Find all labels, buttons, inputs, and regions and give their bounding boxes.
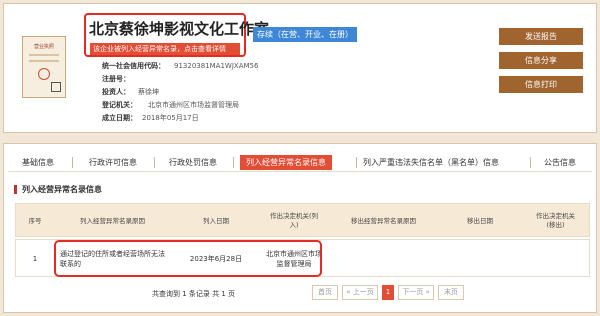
column-header: 列入经营异常名录原因	[80, 216, 145, 225]
share-info-button[interactable]: 信息分享	[499, 52, 583, 69]
pager-last-button[interactable]: 末页	[438, 285, 464, 300]
tab-bar: 基础信息 行政许可信息 行政处罚信息 列入经营异常名录信息 列入严重违法失信名单…	[8, 154, 592, 172]
license-title: 营业执照	[33, 44, 54, 50]
tab-blacklist[interactable]: 列入严重违法失信名单（黑名单）信息	[363, 155, 499, 170]
column-header: 作出决定机关(列入)	[269, 212, 319, 229]
column-header: 移出经营异常名录原因	[351, 216, 416, 225]
column-header: 列入日期	[203, 216, 229, 225]
tab-divider	[356, 157, 357, 168]
pager-next-button[interactable]: 下一页 »	[398, 285, 434, 300]
info-value: 北京市通州区市场监督管理局	[148, 101, 239, 109]
column-header: 移出日期	[467, 216, 493, 225]
info-credit-code: 统一社会信用代码： 91320381MA1WJXAM56	[102, 61, 258, 71]
info-registration-authority: 登记机关： 北京市通州区市场监督管理局	[102, 100, 239, 110]
print-info-button[interactable]: 信息打印	[499, 76, 583, 93]
column-header: 序号	[28, 216, 42, 225]
info-registration-no: 注册号：	[102, 74, 148, 84]
info-established-date: 成立日期： 2018年05月17日	[102, 113, 199, 123]
tab-divider	[154, 157, 155, 168]
section-title: 列入经营异常名录信息	[14, 185, 102, 194]
tab-divider	[530, 157, 531, 168]
abnormal-warning-link[interactable]: 该企业被列入经营异常名录，点击查看详情	[90, 43, 240, 55]
cell-removal-date	[440, 240, 520, 278]
license-line	[29, 54, 59, 56]
info-label: 登记机关：	[102, 101, 137, 109]
cell-removal-authority	[520, 240, 591, 278]
info-label: 注册号：	[102, 75, 130, 83]
tab-basic-info[interactable]: 基础信息	[22, 155, 54, 170]
info-label: 统一社会信用代码：	[102, 62, 165, 70]
cell-index: 1	[32, 255, 38, 263]
info-value: 91320381MA1WJXAM56	[174, 62, 259, 70]
info-value: 蔡徐坤	[138, 88, 159, 96]
info-value: 2018年05月17日	[142, 114, 199, 122]
seal-icon	[38, 68, 50, 80]
tab-announcements[interactable]: 公告信息	[544, 155, 576, 170]
tab-admin-penalty[interactable]: 行政处罚信息	[169, 155, 217, 170]
info-investor: 投资人： 蔡徐坤	[102, 87, 159, 97]
tab-divider	[72, 157, 73, 168]
pager-first-button[interactable]: 首页	[312, 285, 338, 300]
pager-summary: 共查询到 1 条记录 共 1 页	[152, 290, 236, 298]
tab-abnormal-list[interactable]: 列入经营异常名录信息	[240, 155, 332, 170]
column-header: 作出决定机关(移出)	[536, 212, 575, 229]
cell-removal-reason	[327, 240, 440, 278]
qr-code-icon	[51, 82, 61, 92]
table-header: 序号 列入经营异常名录原因 列入日期 作出决定机关(列入) 移出经营异常名录原因…	[15, 203, 590, 237]
pager-page-1[interactable]: 1	[382, 285, 394, 300]
business-license-image[interactable]: 营业执照	[22, 36, 66, 98]
tab-admin-license[interactable]: 行政许可信息	[89, 155, 137, 170]
info-label: 成立日期：	[102, 114, 137, 122]
send-report-button[interactable]: 发送报告	[499, 28, 583, 45]
company-name: 北京蔡徐坤影视文化工作室	[89, 20, 270, 38]
tab-divider	[233, 157, 234, 168]
status-badge: 存续（在营、开业、在册）	[253, 27, 357, 42]
highlight-box-row	[54, 240, 322, 277]
pager-prev-button[interactable]: « 上一页	[342, 285, 378, 300]
info-label: 投资人：	[102, 88, 130, 96]
license-line	[29, 60, 59, 62]
